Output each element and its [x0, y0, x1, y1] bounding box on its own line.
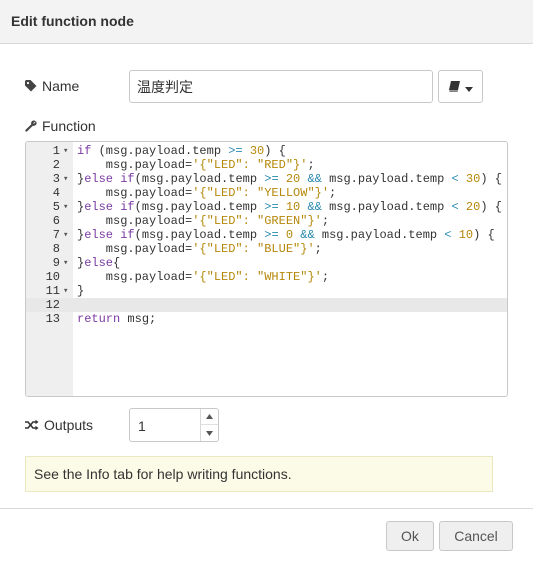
name-label: Name: [42, 78, 80, 94]
edit-function-dialog: Edit function node Name 温度判定 Function 1 ▾…: [0, 0, 533, 563]
line-number: 3: [52, 172, 60, 186]
ok-button[interactable]: Ok: [386, 521, 434, 551]
code-text: msg.payload='{"LED": "BLUE"}';: [77, 242, 322, 256]
name-input[interactable]: 温度判定: [129, 70, 433, 103]
outputs-value: 1: [138, 418, 146, 434]
name-label-row: Name: [25, 78, 79, 94]
code-line[interactable]: 2 msg.payload='{"LED": "RED"}';: [26, 158, 507, 172]
outputs-spinner-input[interactable]: 1: [129, 408, 219, 442]
code-line[interactable]: 9 ▾ }else{: [26, 256, 507, 270]
line-number: 12: [45, 298, 60, 312]
code-text: return msg;: [77, 312, 157, 326]
fold-arrow-icon[interactable]: ▾: [63, 172, 71, 186]
code-line[interactable]: 5 ▾ }else if(msg.payload.temp >= 10 && msg…: [26, 200, 507, 214]
line-number: 4: [52, 186, 60, 200]
code-line[interactable]: 8 msg.payload='{"LED": "BLUE"}';: [26, 242, 507, 256]
spinner-up-button[interactable]: [201, 409, 218, 425]
dialog-titlebar: Edit function node: [0, 0, 533, 44]
code-text: msg.payload='{"LED": "RED"}';: [77, 158, 315, 172]
outputs-label: Outputs: [44, 417, 94, 433]
editor-lines: 1 ▾ if (msg.payload.temp >= 30) {2 msg.pay…: [26, 144, 507, 326]
help-tip-text: See the Info tab for help writing functi…: [34, 466, 292, 482]
fold-arrow-icon[interactable]: ▾: [63, 200, 71, 214]
fold-arrow-icon[interactable]: ▾: [63, 144, 71, 158]
code-text: msg.payload='{"LED": "YELLOW"}';: [77, 186, 337, 200]
wrench-icon: [25, 120, 37, 132]
code-editor[interactable]: 1 ▾ if (msg.payload.temp >= 30) {2 msg.pay…: [25, 141, 508, 397]
line-number: 2: [52, 158, 60, 172]
function-label: Function: [42, 118, 96, 134]
outputs-label-row: Outputs: [25, 417, 93, 433]
caret-down-icon: [464, 79, 473, 95]
code-line[interactable]: 7 ▾ }else if(msg.payload.temp >= 0 && msg.…: [26, 228, 507, 242]
line-number: 10: [45, 270, 60, 284]
line-number: 11: [45, 284, 60, 298]
code-text: }else if(msg.payload.temp >= 0 && msg.pa…: [77, 228, 495, 242]
code-line[interactable]: 6 msg.payload='{"LED": "GREEN"}';: [26, 214, 507, 228]
line-number: 5: [52, 200, 60, 214]
code-line[interactable]: 10 msg.payload='{"LED": "WHITE"}';: [26, 270, 507, 284]
code-text: }else{: [77, 256, 121, 270]
book-icon: [448, 79, 461, 95]
line-number: 9: [52, 256, 60, 270]
caret-down-small-icon: [206, 430, 213, 436]
cancel-button[interactable]: Cancel: [439, 521, 513, 551]
outputs-spinner: [200, 409, 218, 441]
dialog-footer: Ok Cancel: [0, 508, 533, 563]
fold-arrow-icon[interactable]: ▾: [63, 256, 71, 270]
code-text: }else if(msg.payload.temp >= 10 && msg.p…: [77, 200, 502, 214]
caret-up-icon: [206, 414, 213, 419]
line-number: 13: [45, 312, 60, 326]
library-button[interactable]: [438, 70, 483, 103]
code-line[interactable]: 11 ▾}: [26, 284, 507, 298]
dialog-title: Edit function node: [11, 13, 134, 29]
code-text: }else if(msg.payload.temp >= 20 && msg.p…: [77, 172, 502, 186]
code-text: }: [77, 284, 85, 298]
fold-arrow-icon[interactable]: ▾: [63, 228, 71, 242]
function-label-row: Function: [25, 118, 96, 134]
code-text: msg.payload='{"LED": "WHITE"}';: [77, 270, 330, 284]
code-text: if (msg.payload.temp >= 30) {: [77, 144, 286, 158]
line-number: 6: [52, 214, 60, 228]
fold-arrow-icon[interactable]: ▾: [63, 284, 71, 298]
code-line[interactable]: 13 return msg;: [26, 312, 507, 326]
code-line[interactable]: 3 ▾ }else if(msg.payload.temp >= 20 && msg…: [26, 172, 507, 186]
code-text: msg.payload='{"LED": "GREEN"}';: [77, 214, 330, 228]
spinner-down-button[interactable]: [201, 425, 218, 441]
code-line[interactable]: 1 ▾ if (msg.payload.temp >= 30) {: [26, 144, 507, 158]
code-line[interactable]: 12: [26, 298, 507, 312]
line-number: 8: [52, 242, 60, 256]
help-tip: See the Info tab for help writing functi…: [25, 456, 493, 492]
random-icon: [25, 419, 39, 431]
code-line[interactable]: 4 msg.payload='{"LED": "YELLOW"}';: [26, 186, 507, 200]
tag-icon: [25, 80, 37, 92]
line-number: 7: [52, 228, 60, 242]
line-number: 1: [52, 144, 60, 158]
